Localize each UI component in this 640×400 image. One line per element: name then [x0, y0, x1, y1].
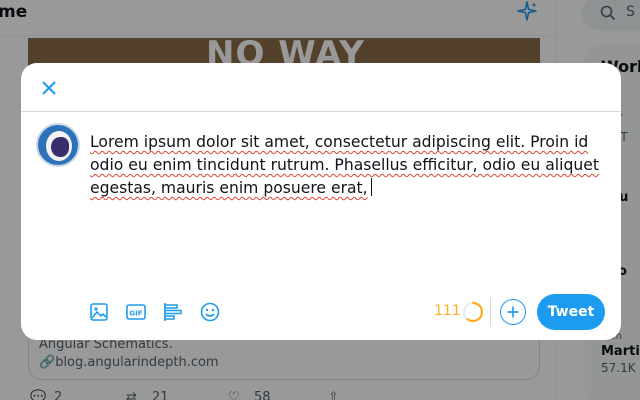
text-caret	[370, 178, 372, 196]
avatar-figure	[51, 137, 69, 157]
emoji-icon[interactable]	[198, 300, 222, 324]
progress-ring	[462, 301, 484, 323]
avatar[interactable]	[36, 123, 80, 167]
compose-dialog: Lorem ipsum dolor sit amet, consectetur …	[21, 63, 621, 340]
svg-text:GIF: GIF	[129, 310, 142, 318]
tweet-textarea[interactable]: Lorem ipsum dolor sit amet, consectetur …	[90, 131, 610, 201]
image-icon[interactable]	[87, 300, 111, 324]
tweet-text: Lorem ipsum dolor sit amet, consectetur …	[90, 133, 599, 197]
dialog-header	[21, 63, 621, 112]
character-counter: 111	[434, 303, 461, 319]
tweet-button[interactable]: Tweet	[537, 294, 605, 330]
toolbar-divider	[490, 298, 491, 326]
poll-icon[interactable]	[161, 300, 185, 324]
add-tweet-button[interactable]	[500, 299, 526, 325]
gif-icon[interactable]: GIF	[124, 300, 148, 324]
close-icon[interactable]	[39, 78, 59, 98]
